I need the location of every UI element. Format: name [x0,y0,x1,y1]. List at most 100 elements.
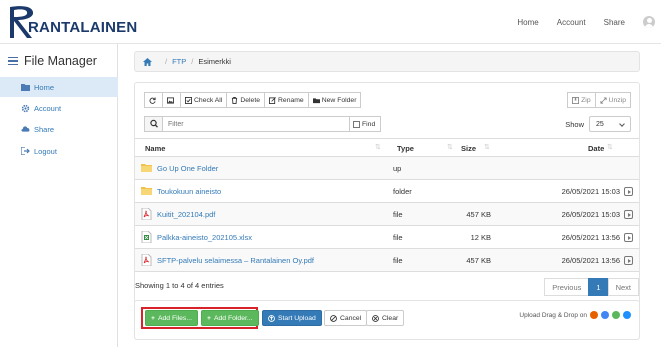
table-row[interactable]: Toukokuun aineisto folder 26/05/2021 15:… [135,180,639,203]
clear-icon [372,314,379,322]
column-type-header[interactable]: Type [397,144,414,153]
file-size: 457 KB [466,210,491,219]
clear-button[interactable]: Clear [366,310,405,326]
sidebar-title: File Manager [8,54,97,68]
page-size-select[interactable]: 25 [589,116,631,132]
new-folder-button[interactable]: New Folder [307,92,362,108]
add-files-button[interactable]: + Add Files... [145,310,198,326]
file-name-link[interactable]: Toukokuun aineisto [157,187,221,196]
plus-icon: + [151,314,155,322]
table-row[interactable]: Go Up One Folder up [135,157,639,180]
sort-icon[interactable]: ⇅ [607,143,613,151]
sidebar-item-logout[interactable]: Logout [0,141,118,161]
find-toggle[interactable]: Find [350,116,381,132]
cancel-button[interactable]: Cancel [324,310,368,326]
file-name-link[interactable]: Palkka-aineisto_202105.xlsx [157,233,252,242]
add-files-label: Add Files... [157,314,192,322]
entries-info: Showing 1 to 4 of 4 entries [135,281,224,290]
sort-icon[interactable]: ⇅ [447,143,453,151]
drag-drop-label: Upload Drag & Drop on [519,311,587,319]
chrome-icon [601,311,609,319]
unzip-label: Unzip [608,96,626,104]
table-body: Go Up One Folder up Toukokuun aineisto f… [135,157,639,272]
edge-icon [623,311,631,319]
pagination-next[interactable]: Next [607,278,639,296]
sort-icon[interactable]: ⇅ [484,143,490,151]
breadcrumb-current: Esimerkki [198,57,231,66]
zip-label: Zip [581,96,591,104]
brand-logo[interactable]: RANTALAINEN [8,4,138,40]
home-icon[interactable] [143,57,152,66]
file-name-link[interactable]: SFTP-palvelu selaimessa – Rantalainen Oy… [157,256,314,265]
row-actions-icon[interactable] [624,187,633,196]
file-date: 26/05/2021 13:56 [561,256,620,265]
breadcrumb-ftp-link[interactable]: FTP [172,57,186,66]
file-name-link[interactable]: Kuitit_202104.pdf [157,210,215,219]
column-name-header[interactable]: Name [145,144,165,153]
pagination-previous[interactable]: Previous [544,278,590,296]
breadcrumb: / FTP / Esimerkki [134,51,640,72]
folder-icon [141,185,152,197]
refresh-button[interactable] [144,92,163,108]
sidebar-item-share[interactable]: Share [0,119,118,139]
unzip-button[interactable]: Unzip [594,92,631,108]
pdf-icon [141,207,152,221]
row-actions-icon[interactable] [624,210,633,219]
pagination-page[interactable]: 1 [588,278,609,296]
delete-button[interactable]: Delete [226,92,265,108]
filter-input[interactable] [163,116,350,132]
table-header: Name ⇅ Type ⇅ Size ⇅ Date ⇅ [135,138,639,157]
rename-button[interactable]: Rename [264,92,309,108]
drag-drop-info: Upload Drag & Drop on [519,311,631,319]
thumbnails-button[interactable] [162,92,181,108]
column-size-header[interactable]: Size [461,144,476,153]
file-date: 26/05/2021 13:56 [561,233,620,242]
row-actions-icon[interactable] [624,256,633,265]
user-avatar-icon[interactable] [643,16,655,28]
file-type: folder [393,187,412,196]
sidebar-item-label: Logout [34,146,57,156]
sort-icon[interactable]: ⇅ [375,143,381,151]
find-label: Find [362,120,376,128]
nav-home-link[interactable]: Home [517,18,538,27]
nav-share-link[interactable]: Share [604,18,625,27]
upload-icon [268,314,275,322]
sidebar-item-home[interactable]: Home [0,77,118,97]
file-toolbar: Check All Delete Rename New Folder [144,92,362,108]
breadcrumb-separator: / [191,57,194,66]
plus-icon: + [207,314,211,322]
file-size: 12 KB [470,233,491,242]
cloud-icon [21,125,30,133]
file-date: 26/05/2021 15:03 [561,210,620,219]
filter-group: Find [144,116,381,132]
start-upload-button[interactable]: Start Upload [262,310,322,326]
column-date-header[interactable]: Date [588,144,604,153]
gear-icon [21,104,30,113]
table-row[interactable]: Kuitit_202104.pdf file 457 KB 26/05/2021… [135,203,639,226]
search-button[interactable] [144,116,163,132]
sidebar-item-account[interactable]: Account [0,98,118,118]
row-actions-icon[interactable] [624,233,633,242]
table-row[interactable]: Palkka-aineisto_202105.xlsx file 12 KB 2… [135,226,639,249]
trash-icon [231,96,238,104]
checkbox-icon [185,96,192,104]
table-row[interactable]: SFTP-palvelu selaimessa – Rantalainen Oy… [135,249,639,272]
add-folder-button[interactable]: + Add Folder... [201,310,259,326]
search-icon [150,119,158,128]
expand-icon [600,96,607,104]
zip-button[interactable]: Zip [567,92,596,108]
show-label: Show [565,119,584,129]
pdf-icon [141,253,152,267]
page-size-control: Show 25 [565,116,631,132]
folder-up-icon [141,162,152,174]
check-all-button[interactable]: Check All [180,92,228,108]
upload-area: + Add Files... + Add Folder... Start Upl… [134,300,640,340]
find-checkbox[interactable] [353,120,360,128]
brand-name: RANTALAINEN [28,19,138,36]
nav-account-link[interactable]: Account [557,18,586,27]
file-type: up [393,164,402,173]
folder-icon [21,83,30,91]
file-name-link[interactable]: Go Up One Folder [157,164,218,173]
file-type: file [393,210,403,219]
file-size: 457 KB [466,256,491,265]
